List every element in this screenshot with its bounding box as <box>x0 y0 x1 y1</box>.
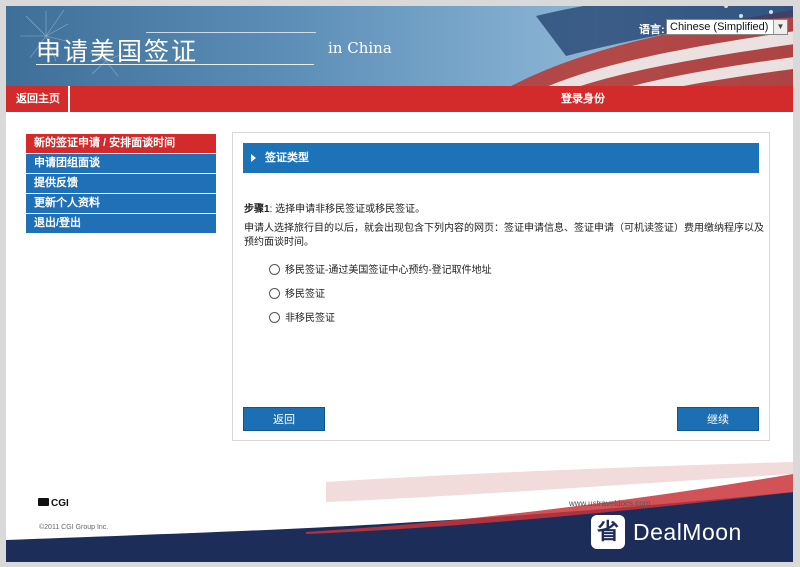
panel-header: 签证类型 <box>243 143 759 173</box>
chevron-down-icon[interactable]: ▼ <box>773 20 787 34</box>
cgi-logo-text: CGI <box>51 498 69 509</box>
dealmoon-icon: 省 <box>591 515 625 549</box>
title-rule <box>36 64 314 65</box>
site-footer: CGI ©2011 CGI Group Inc. www.ustraveldoc… <box>6 462 793 562</box>
flag-decoration <box>511 6 793 86</box>
sidebar-item-feedback[interactable]: 提供反馈 <box>26 174 216 193</box>
dealmoon-text: DealMoon <box>633 518 742 545</box>
sidebar-item-group-interview[interactable]: 申请团组面谈 <box>26 154 216 173</box>
language-selected-value: Chinese (Simplified) <box>670 21 769 33</box>
top-nav-bar: 返回主页 登录身份 <box>6 86 793 112</box>
step-instruction: 步骤1: 选择申请非移民签证或移民签证。 <box>244 200 425 215</box>
option-immigrant-visa-pickup[interactable]: 移民签证-通过美国签证中心预约-登记取件地址 <box>269 264 492 278</box>
copyright-text: ©2011 CGI Group Inc. <box>39 524 109 531</box>
dealmoon-watermark: 省 DealMoon <box>591 515 742 549</box>
back-button[interactable]: 返回 <box>243 407 325 431</box>
site-title: 申请美国签证 <box>36 37 199 66</box>
option-label: 移民签证 <box>285 289 325 300</box>
home-link[interactable]: 返回主页 <box>6 86 70 112</box>
main-content: 新的签证申请 / 安排面谈时间 申请团组面谈 提供反馈 更新个人资料 退出/登出… <box>6 112 793 462</box>
cgi-logo: CGI <box>38 498 69 509</box>
language-select[interactable]: Chinese (Simplified) ▼ <box>666 19 788 35</box>
radio-button[interactable] <box>269 288 280 299</box>
radio-button[interactable] <box>269 264 280 275</box>
visa-type-panel: 签证类型 步骤1: 选择申请非移民签证或移民签证。 申请人选择旅行目的以后，就会… <box>232 132 770 441</box>
option-nonimmigrant-visa[interactable]: 非移民签证 <box>269 312 335 326</box>
triangle-right-icon <box>251 154 256 162</box>
option-label: 移民签证-通过美国签证中心预约-登记取件地址 <box>285 265 492 276</box>
radio-button[interactable] <box>269 312 280 323</box>
step-number: 步骤1 <box>244 204 270 215</box>
footer-url[interactable]: www.ustraveldocs.com <box>569 499 650 508</box>
step-text: : 选择申请非移民签证或移民签证。 <box>269 204 426 215</box>
option-label: 非移民签证 <box>285 313 335 324</box>
language-label: 语言: <box>639 24 665 36</box>
site-subtitle: in China <box>328 39 392 57</box>
continue-button[interactable]: 继续 <box>677 407 759 431</box>
sidebar-item-new-application[interactable]: 新的签证申请 / 安排面谈时间 <box>26 134 216 153</box>
option-immigrant-visa[interactable]: 移民签证 <box>269 288 325 302</box>
site-header: 申请美国签证 in China 语言: Chinese (Simplified)… <box>6 6 793 86</box>
panel-title: 签证类型 <box>265 152 309 164</box>
login-link[interactable]: 登录身份 <box>561 86 605 112</box>
sidebar-item-logout[interactable]: 退出/登出 <box>26 214 216 233</box>
cgi-mark-icon <box>38 498 49 506</box>
sidebar-nav: 新的签证申请 / 安排面谈时间 申请团组面谈 提供反馈 更新个人资料 退出/登出 <box>26 134 216 234</box>
sidebar-item-update-profile[interactable]: 更新个人资料 <box>26 194 216 213</box>
step-description: 申请人选择旅行目的以后，就会出现包含下列内容的网页：签证申请信息、签证申请（可机… <box>244 223 764 248</box>
